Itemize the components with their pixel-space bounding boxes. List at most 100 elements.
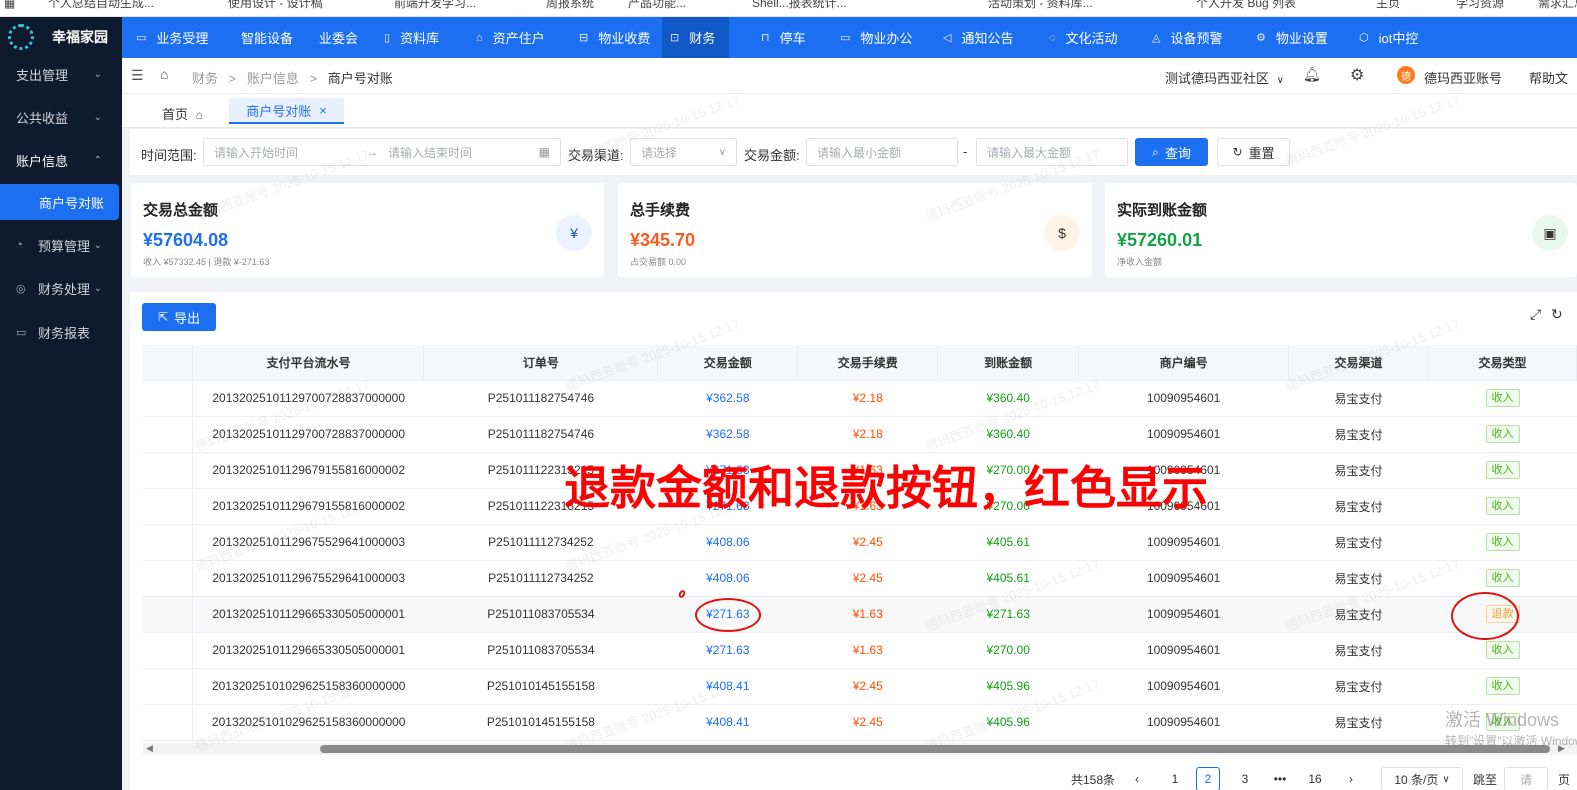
fullscreen-icon[interactable]: ⤢: [1530, 306, 1541, 323]
column-header[interactable]: 订单号: [423, 345, 659, 381]
breadcrumb-item[interactable]: 财务: [192, 71, 218, 86]
refresh-icon[interactable]: ↻: [1551, 306, 1563, 323]
prev-page-button[interactable]: ‹: [1128, 767, 1146, 790]
nav-item-2[interactable]: 智能设备: [241, 17, 293, 58]
end-time-input[interactable]: 请输入结束时间: [388, 144, 472, 161]
sidebar-item-public-income[interactable]: 公共收益 ⌄: [0, 97, 122, 137]
home-icon[interactable]: ⌂: [160, 66, 168, 82]
income-badge[interactable]: 收入: [1485, 533, 1520, 551]
nav-item-11[interactable]: ◌ 文化活动: [1049, 17, 1118, 58]
nav-item-8[interactable]: ⊓ 停车: [761, 17, 806, 58]
type-cell: 收入: [1428, 668, 1577, 705]
card-title: 交易总金额: [143, 202, 219, 219]
next-page-button[interactable]: ›: [1342, 767, 1360, 790]
nav-item-1[interactable]: ▭ 业务受理: [136, 17, 208, 58]
nav-item-5[interactable]: ⌂ 资产住户: [476, 17, 545, 58]
apps-icon[interactable]: ▦: [4, 0, 15, 9]
type-cell: 收入: [1428, 488, 1577, 525]
tab-merchant-reconcile[interactable]: 商户号对账 ×: [229, 98, 344, 124]
community-select[interactable]: 测试德玛西亚社区 ∨: [1165, 68, 1284, 87]
nav-item-14[interactable]: ⬡ iot中控: [1359, 17, 1418, 58]
table-row[interactable]: 20132025101129675529641000003 P2510111127…: [143, 560, 1577, 597]
income-badge[interactable]: 收入: [1485, 641, 1520, 659]
income-badge[interactable]: 收入: [1485, 461, 1520, 479]
breadcrumb-item[interactable]: 账户信息: [247, 71, 299, 86]
scrollbar-thumb[interactable]: [320, 745, 1550, 753]
income-badge[interactable]: 收入: [1485, 425, 1520, 443]
scroll-left-icon[interactable]: ◀: [146, 743, 153, 754]
page-size-select[interactable]: 10 条/页 ∨: [1381, 767, 1463, 790]
bookmark-item[interactable]: 产品功能...: [628, 0, 686, 9]
table-row[interactable]: 20132025101129700728837000000 P2510111827…: [143, 380, 1577, 417]
column-header[interactable]: 交易类型: [1428, 345, 1577, 381]
bookmark-item[interactable]: 主页: [1376, 0, 1400, 9]
max-amount-input[interactable]: 请输入最大金额: [976, 138, 1128, 166]
reset-label: 重置: [1248, 145, 1275, 161]
bookmark-item[interactable]: 个人总结自动生成...: [48, 0, 154, 9]
nav-item-12[interactable]: ◬ 设备预警: [1152, 17, 1222, 58]
sidebar-item-finance-report[interactable]: ▭ 财务报表: [0, 312, 122, 352]
income-badge[interactable]: 收入: [1485, 569, 1520, 587]
page-button[interactable]: 1: [1163, 767, 1187, 790]
table-row[interactable]: 20132025101129665330505000001 P2510110837…: [143, 596, 1577, 633]
min-amount-input[interactable]: 请输入最小金额: [806, 138, 958, 166]
bookmark-item[interactable]: 使用设计 - 设计稿: [228, 0, 323, 9]
bookmark-item[interactable]: 学习资源: [1456, 0, 1504, 9]
avatar[interactable]: 德: [1397, 66, 1415, 84]
channel-select[interactable]: 请选择 ∨: [630, 138, 737, 166]
gear-icon[interactable]: ⚙: [1350, 65, 1364, 85]
nav-item-6[interactable]: ⊟ 物业收费: [579, 17, 650, 58]
sidebar-item-account-info[interactable]: 账户信息 ⌃: [0, 140, 122, 180]
bookmark-item[interactable]: 需求汇总: [1538, 0, 1577, 9]
nav-item-7[interactable]: ⊡ 财务: [662, 17, 730, 58]
horizontal-scrollbar[interactable]: ◀ ▶: [143, 743, 1577, 755]
income-badge[interactable]: 收入: [1485, 677, 1520, 695]
nav-item-3[interactable]: 业委会: [319, 17, 358, 58]
income-badge[interactable]: 收入: [1485, 389, 1520, 407]
income-badge[interactable]: 收入: [1485, 497, 1520, 515]
column-header[interactable]: 商户编号: [1078, 345, 1290, 381]
sidebar-item-budget[interactable]: ◔ 预算管理 ⌄: [0, 225, 122, 265]
sidebar-item-expense[interactable]: 支出管理 ⌄: [0, 54, 122, 94]
bookmark-item[interactable]: 前端开发学习...: [394, 0, 476, 9]
menu-fold-icon[interactable]: ☰: [131, 67, 144, 84]
table-row[interactable]: 20132025101129675529641000003 P2510111127…: [143, 524, 1577, 561]
help-link[interactable]: 帮助文: [1529, 68, 1568, 87]
page-button[interactable]: 2: [1196, 767, 1220, 790]
sidebar-item-merchant-reconcile[interactable]: 商户号对账: [0, 184, 119, 220]
tab-home[interactable]: 首页 ⌂: [162, 104, 203, 123]
table-row[interactable]: 20132025101029625158360000000 P2510101451…: [143, 704, 1577, 741]
bell-icon[interactable]: 🔔︎: [1303, 66, 1321, 83]
nav-item-13[interactable]: ⚙ 物业设置: [1256, 17, 1328, 58]
date-range-input[interactable]: 请输入开始时间 → 请输入结束时间 ▦: [203, 138, 561, 166]
column-header[interactable]: 支付平台流水号: [192, 345, 425, 381]
nav-item-4[interactable]: ▯ 资料库: [384, 17, 439, 58]
export-button[interactable]: ⇱ 导出: [142, 303, 216, 331]
table-row[interactable]: 20132025101129700728837000000 P2510111827…: [143, 416, 1577, 453]
bookmark-item[interactable]: 周报系统: [546, 0, 594, 9]
type-cell: 收入: [1428, 560, 1577, 597]
start-time-input[interactable]: 请输入开始时间: [214, 144, 298, 161]
close-icon[interactable]: ×: [319, 103, 327, 118]
nav-item-9[interactable]: ▭ 物业办公: [840, 17, 912, 58]
jump-input[interactable]: 请: [1504, 767, 1548, 790]
query-button[interactable]: ⌕ 查询: [1135, 138, 1208, 166]
nav-item-10[interactable]: ◁ 通知公告: [943, 17, 1013, 58]
page-button[interactable]: 3: [1233, 767, 1257, 790]
bookmark-item[interactable]: 个人开发 Bug 列表: [1196, 0, 1296, 9]
app-logo[interactable]: 幸福家园: [0, 17, 122, 57]
column-header[interactable]: 交易渠道: [1288, 345, 1429, 381]
column-header[interactable]: 交易手续费: [797, 345, 939, 381]
column-header[interactable]: 到账金额: [937, 345, 1080, 381]
annotation-circle-amount: [695, 598, 761, 632]
column-header[interactable]: 交易金额: [657, 345, 799, 381]
page-button[interactable]: •••: [1268, 767, 1292, 790]
page-button[interactable]: 16: [1303, 767, 1327, 790]
reset-button[interactable]: ↻ 重置: [1217, 138, 1290, 166]
sidebar-item-finance-process[interactable]: ◎ 财务处理 ⌄: [0, 268, 122, 308]
bookmark-item[interactable]: Shell...报表统计...: [752, 0, 847, 9]
bookmark-item[interactable]: 活动策划 - 资料库...: [988, 0, 1093, 9]
account-name[interactable]: 德玛西亚账号: [1424, 68, 1502, 87]
table-row[interactable]: 20132025101029625158360000000 P2510101451…: [143, 668, 1577, 705]
table-row[interactable]: 20132025101129665330505000001 P2510110837…: [143, 632, 1577, 669]
